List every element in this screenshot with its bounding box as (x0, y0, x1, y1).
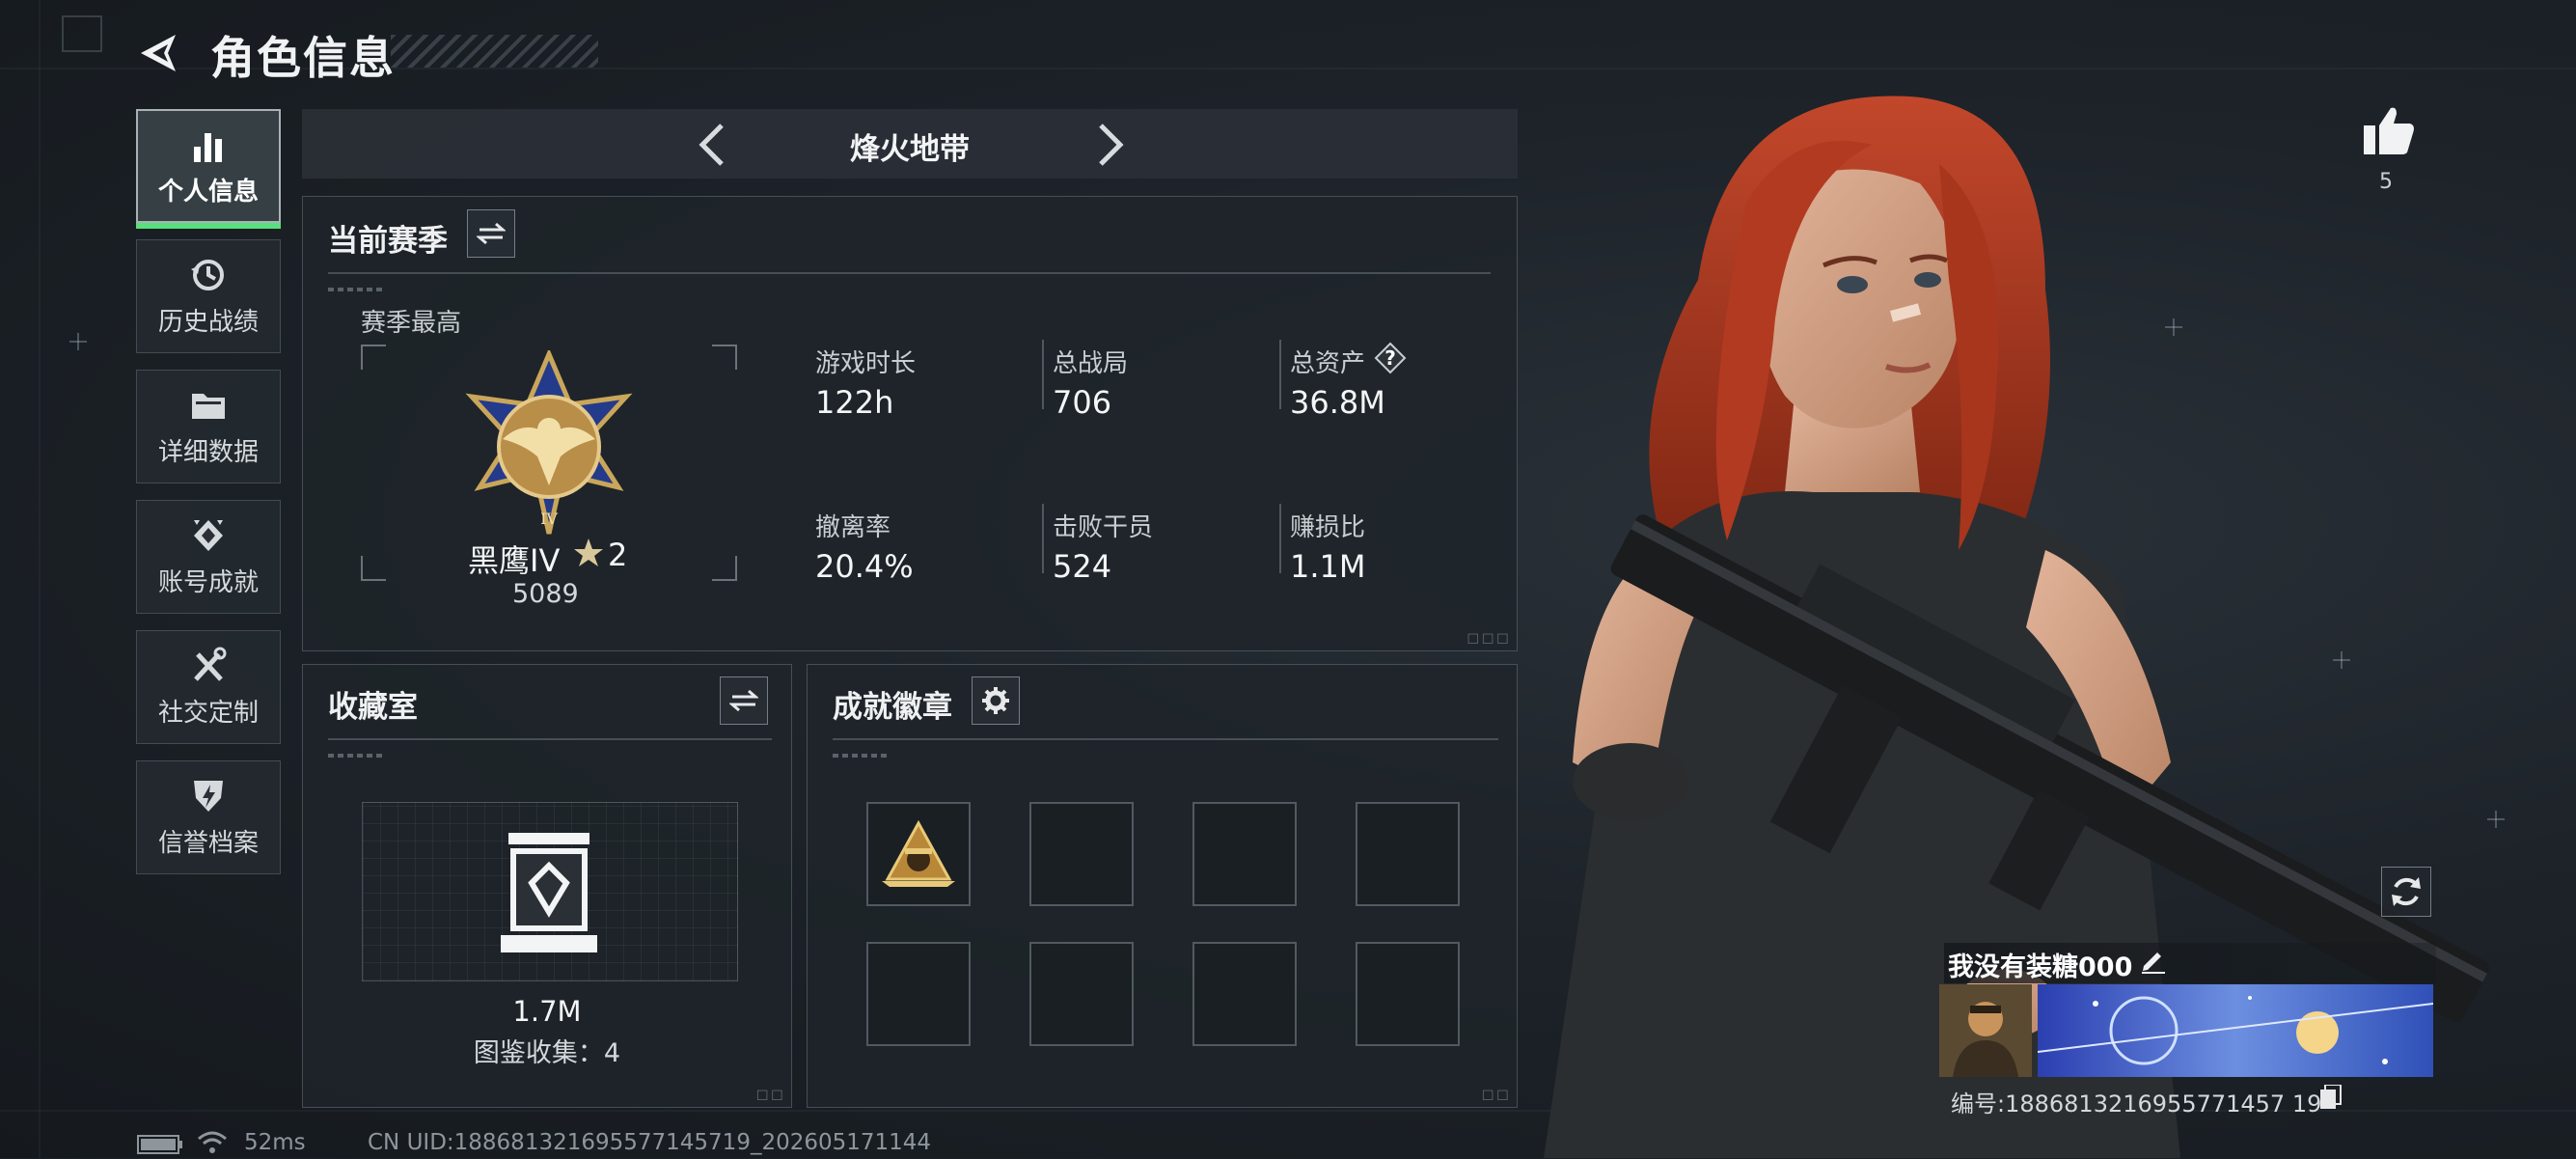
title-hatch-decoration (391, 35, 598, 68)
stat-value-extract-rate: 20.4% (815, 548, 914, 585)
swap-icon (729, 689, 758, 712)
sidebar-item-social-custom[interactable]: 社交定制 (136, 630, 281, 744)
divider (833, 738, 1498, 740)
sidebar-item-label: 账号成就 (157, 567, 259, 597)
season-switch-button[interactable] (467, 209, 515, 258)
corner-decoration: ◻◻ (755, 1085, 785, 1103)
display-case-icon (501, 833, 597, 952)
stat-separator (1279, 504, 1281, 573)
badge-slot-empty[interactable] (1356, 942, 1460, 1046)
sidebar-item-label: 详细数据 (157, 437, 259, 467)
rank-score: 5089 (512, 579, 579, 609)
copy-icon[interactable] (2319, 1084, 2343, 1110)
dash-decoration (328, 288, 386, 291)
cross-mark (69, 333, 87, 350)
gear-icon (982, 687, 1009, 714)
edit-pencil-icon[interactable] (2140, 947, 2167, 974)
refresh-button[interactable] (2381, 867, 2431, 917)
swap-icon (477, 222, 506, 245)
dash-decoration (833, 754, 891, 758)
badge-slot-empty[interactable] (1356, 802, 1460, 906)
divider (328, 272, 1491, 274)
season-best-label: 赛季最高 (361, 309, 462, 338)
sidebar-item-label: 历史战绩 (157, 307, 259, 337)
achievement-icon (194, 519, 223, 551)
bar-chart-icon (194, 132, 222, 162)
profile-banner[interactable] (2037, 984, 2434, 1077)
help-icon[interactable]: ? (1374, 342, 1407, 374)
stat-value-kills: 524 (1053, 548, 1112, 585)
thumbs-up-icon[interactable] (2362, 104, 2416, 156)
sidebar-item-reputation[interactable]: 信誉档案 (136, 760, 281, 874)
stat-separator (1042, 504, 1044, 573)
divider (328, 738, 772, 740)
badges-title: 成就徽章 (833, 690, 952, 725)
sidebar-item-label: 社交定制 (157, 698, 259, 728)
sidebar-item-personal-info[interactable]: 个人信息 (136, 109, 281, 229)
sidebar-item-label: 个人信息 (157, 177, 259, 207)
page-title: 角色信息 (210, 32, 396, 84)
sidebar-item-detailed-data[interactable]: 详细数据 (136, 370, 281, 483)
stat-value-playtime: 122h (815, 384, 894, 421)
sidebar-item-achievements[interactable]: 账号成就 (136, 500, 281, 614)
battery-icon (137, 1135, 183, 1154)
folder-icon (192, 393, 225, 419)
history-icon (191, 259, 224, 290)
rank-name: 黑鹰IV (468, 542, 561, 579)
collection-title: 收藏室 (328, 690, 418, 725)
stat-separator (1279, 340, 1281, 409)
like-count: 5 (2379, 170, 2393, 194)
stat-label-kills: 击败干员 (1053, 513, 1154, 542)
tools-icon (194, 647, 227, 681)
badge-slot-empty[interactable] (1029, 942, 1134, 1046)
player-name: 我没有装糖000 (1948, 952, 2133, 982)
stat-label-extract-rate: 撤离率 (815, 513, 891, 542)
reputation-icon (194, 780, 223, 812)
badge-slot-empty[interactable] (1192, 942, 1297, 1046)
mode-selector: 烽火地带 (302, 109, 1518, 179)
collection-switch-button[interactable] (720, 676, 768, 725)
wifi-icon (197, 1130, 228, 1155)
stat-label-profit-ratio: 赚损比 (1290, 513, 1366, 542)
stat-value-profit-ratio: 1.1M (1290, 548, 1366, 585)
star-icon (572, 537, 605, 569)
stat-label-playtime: 游戏时长 (815, 349, 917, 378)
stat-value-total-matches: 706 (1053, 384, 1112, 421)
badge-slot-empty[interactable] (866, 942, 971, 1046)
sidebar-item-label: 信誉档案 (157, 828, 259, 858)
stat-label-total-assets: 总资产 (1290, 349, 1366, 378)
badges-settings-button[interactable] (972, 676, 1020, 725)
grid-line (39, 0, 41, 1158)
refresh-icon (2392, 877, 2421, 906)
badge-slot-empty[interactable] (1192, 802, 1297, 906)
badge-slot-empty[interactable] (1029, 802, 1134, 906)
next-mode-arrow-icon[interactable] (1091, 121, 1130, 169)
dash-decoration (328, 754, 386, 758)
collection-value: 1.7M (512, 995, 582, 1028)
stat-separator (1042, 340, 1044, 409)
rank-stars: 2 (608, 537, 628, 573)
active-indicator (136, 223, 281, 229)
achievement-badge-icon (882, 819, 955, 887)
mode-title: 烽火地带 (850, 132, 970, 167)
rank-emblem-eagle-icon: IV (465, 350, 633, 535)
stat-label-total-matches: 总战局 (1053, 349, 1129, 378)
player-id: 编号:1886813216955771457 19 (1951, 1090, 2322, 1118)
svg-text:IV: IV (540, 510, 558, 528)
ping-readout: 52ms (244, 1130, 306, 1155)
collection-count: 图鉴收集：4 (473, 1038, 621, 1068)
avatar[interactable] (1939, 984, 2032, 1077)
sidebar-item-history[interactable]: 历史战绩 (136, 239, 281, 353)
achievement-badges-panel: 成就徽章 ◻◻ (807, 664, 1518, 1108)
collection-panel[interactable]: 收藏室 1.7M 图鉴收集：4 ◻◻ (302, 664, 792, 1108)
back-arrow-icon[interactable] (135, 29, 183, 77)
badge-slot-filled[interactable] (866, 802, 971, 906)
season-title: 当前赛季 (328, 224, 448, 259)
corner-frame-decoration (62, 15, 102, 52)
uid-footer: CN UID:188681321695577145719_20260517114… (368, 1130, 932, 1155)
stat-value-total-assets: 36.8M (1290, 384, 1385, 421)
help-glyph: ? (1384, 346, 1396, 370)
